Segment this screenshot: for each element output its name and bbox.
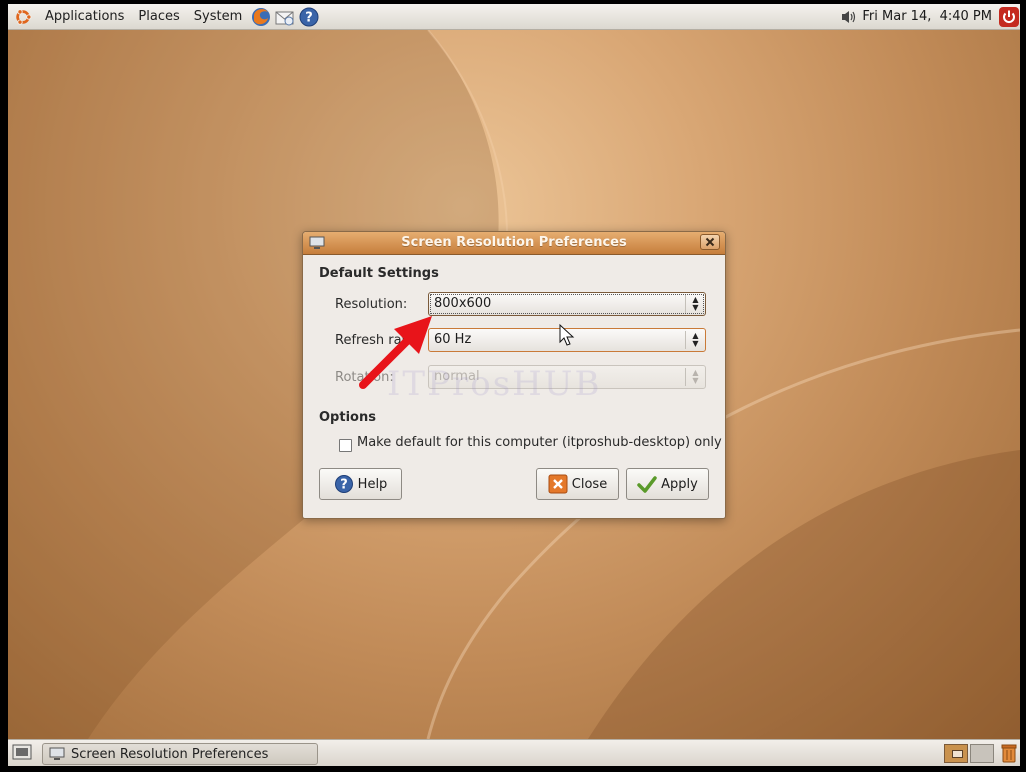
combo-arrows-icon: ▲ ▼ (685, 331, 705, 349)
screen: Applications Places System ? Fri Mar 14,… (8, 4, 1020, 766)
help-launcher-icon[interactable]: ? (298, 6, 320, 28)
workspace-2[interactable] (970, 744, 994, 763)
section-options: Options (319, 410, 376, 425)
section-default-settings: Default Settings (319, 266, 439, 281)
make-default-label[interactable]: Make default for this computer (itproshu… (357, 435, 722, 450)
refresh-rate-combo[interactable]: 60 Hz ▲ ▼ (428, 328, 706, 352)
resolution-label: Resolution: (335, 297, 408, 312)
refresh-rate-label: Refresh rate: (335, 333, 420, 348)
trash-icon[interactable] (1001, 743, 1017, 763)
rotation-label: Rotation: (335, 370, 394, 385)
close-button[interactable]: Close (536, 468, 619, 500)
clock[interactable]: Fri Mar 14, 4:40 PM (862, 9, 992, 24)
dialog-close-button[interactable] (700, 234, 720, 250)
taskbar-window-button[interactable]: Screen Resolution Preferences (42, 743, 318, 765)
workspace-1[interactable] (944, 744, 968, 763)
close-x-icon (548, 474, 568, 494)
apply-button-label: Apply (661, 476, 698, 492)
screen-resolution-dialog: Screen Resolution Preferences Default Se… (302, 231, 726, 519)
menu-places[interactable]: Places (131, 4, 186, 29)
firefox-launcher-icon[interactable] (250, 6, 272, 28)
bottom-panel: Screen Resolution Preferences (8, 739, 1020, 766)
close-icon (705, 237, 715, 247)
refresh-rate-value: 60 Hz (434, 332, 472, 347)
make-default-checkbox[interactable] (339, 439, 352, 452)
svg-text:?: ? (340, 478, 348, 493)
combo-arrows-icon: ▲ ▼ (685, 295, 705, 313)
apply-button[interactable]: Apply (626, 468, 709, 500)
power-icon[interactable] (998, 6, 1020, 28)
help-button-label: Help (357, 476, 388, 492)
ubuntu-logo-icon[interactable] (14, 8, 32, 26)
help-icon: ? (334, 475, 353, 493)
combo-arrows-icon: ▲ ▼ (685, 368, 705, 386)
monitor-icon (49, 747, 65, 760)
resolution-value: 800x600 (434, 296, 492, 311)
menu-applications[interactable]: Applications (38, 4, 131, 29)
taskbar-window-label: Screen Resolution Preferences (71, 746, 269, 762)
resolution-combo[interactable]: 800x600 ▲ ▼ (428, 292, 706, 316)
panel-tray: Fri Mar 14, 4:40 PM (840, 4, 1020, 29)
menu-system[interactable]: System (187, 4, 249, 29)
dialog-title: Screen Resolution Preferences (401, 235, 627, 250)
dialog-titlebar[interactable]: Screen Resolution Preferences (303, 232, 725, 255)
checkmark-icon (637, 476, 657, 493)
svg-text:?: ? (305, 10, 313, 25)
volume-icon[interactable] (840, 9, 858, 25)
mail-launcher-icon[interactable] (274, 6, 296, 28)
show-desktop-icon[interactable] (12, 744, 32, 762)
rotation-combo: normal ▲ ▼ (428, 365, 706, 389)
close-button-label: Close (571, 476, 608, 492)
top-panel: Applications Places System ? Fri Mar 14,… (8, 4, 1020, 30)
help-button[interactable]: ? Help (319, 468, 402, 500)
rotation-value: normal (434, 369, 480, 384)
workspace-window-thumb (952, 750, 963, 758)
